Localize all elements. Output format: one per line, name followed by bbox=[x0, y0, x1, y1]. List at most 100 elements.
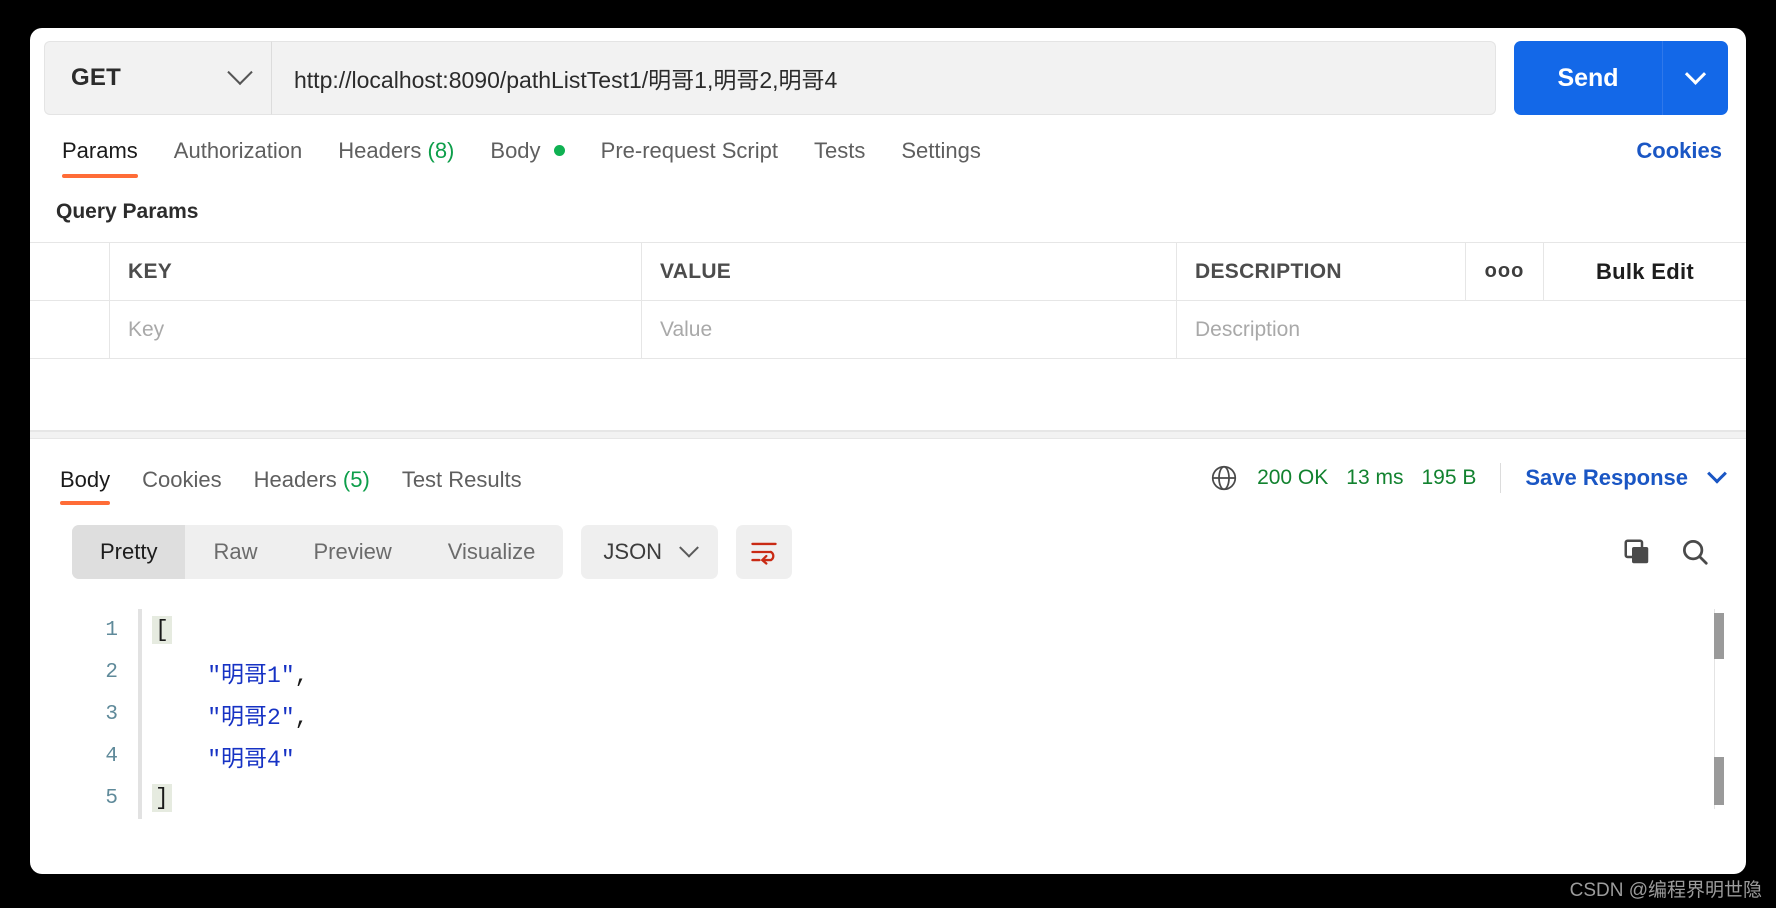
response-tab-test-results[interactable]: Test Results bbox=[386, 467, 538, 505]
view-mode-group: Pretty Raw Preview Visualize bbox=[72, 525, 564, 579]
postman-request-window: GET http://localhost:8090/pathListTest1/… bbox=[30, 28, 1746, 874]
body-modified-dot-icon bbox=[553, 145, 565, 156]
tab-label: Body bbox=[60, 467, 111, 492]
tab-pre-request-script[interactable]: Pre-request Script bbox=[583, 138, 796, 178]
table-row: Key Value Description bbox=[30, 301, 1746, 359]
line-number: 1 bbox=[105, 618, 118, 642]
tab-count: (5) bbox=[342, 467, 370, 492]
json-bracket: [ bbox=[152, 616, 172, 644]
code-line: 4 "明哥4" bbox=[30, 735, 1746, 777]
code-line: 3 "明哥2", bbox=[30, 693, 1746, 735]
tab-settings[interactable]: Settings bbox=[883, 138, 999, 178]
word-wrap-button[interactable] bbox=[736, 525, 793, 579]
globe-icon bbox=[1209, 463, 1239, 493]
row-checkbox-cell[interactable] bbox=[30, 301, 110, 358]
tab-label: Params bbox=[62, 138, 138, 163]
json-string: "明哥4" bbox=[152, 747, 295, 773]
tab-headers[interactable]: Headers (8) bbox=[320, 138, 472, 178]
code-line: 5 ] bbox=[30, 777, 1746, 819]
response-status-area: 200 OK 13 ms 195 B Save Response bbox=[1209, 463, 1727, 505]
code-content: "明哥4" bbox=[142, 739, 295, 773]
cookies-link[interactable]: Cookies bbox=[1636, 138, 1728, 178]
tab-label: Test Results bbox=[401, 467, 522, 492]
tab-label: Tests bbox=[813, 138, 866, 163]
line-number: 3 bbox=[105, 702, 118, 726]
url-bar: GET http://localhost:8090/pathListTest1/… bbox=[30, 28, 1746, 116]
view-mode-raw[interactable]: Raw bbox=[185, 525, 285, 579]
tab-tests[interactable]: Tests bbox=[796, 138, 883, 178]
json-bracket: ] bbox=[152, 784, 172, 812]
json-punctuation: , bbox=[294, 663, 309, 689]
value-placeholder: Value bbox=[660, 317, 713, 341]
response-tab-headers[interactable]: Headers (5) bbox=[238, 467, 386, 505]
view-mode-visualize[interactable]: Visualize bbox=[420, 525, 564, 579]
code-content: "明哥2", bbox=[142, 697, 308, 731]
response-tab-cookies[interactable]: Cookies bbox=[126, 467, 237, 505]
watermark: CSDN @编程界明世隐 bbox=[1569, 880, 1762, 901]
description-placeholder: Description bbox=[1195, 317, 1301, 341]
query-params-title: Query Params bbox=[56, 200, 199, 223]
panel-divider[interactable] bbox=[30, 431, 1746, 439]
more-options-button[interactable]: ooo bbox=[1466, 243, 1544, 300]
scrollbar-thumb-top[interactable] bbox=[1714, 613, 1724, 659]
code-line: 2 "明哥1", bbox=[30, 651, 1746, 693]
chevron-down-icon bbox=[227, 59, 253, 86]
response-time: 13 ms bbox=[1346, 466, 1404, 489]
json-string: "明哥1" bbox=[152, 663, 295, 689]
column-header-description: DESCRIPTION bbox=[1177, 243, 1466, 300]
line-number: 4 bbox=[105, 744, 118, 768]
http-method-select[interactable]: GET bbox=[44, 41, 272, 115]
tab-count: (8) bbox=[427, 138, 455, 163]
tab-authorization[interactable]: Authorization bbox=[156, 138, 320, 178]
column-header-value: VALUE bbox=[642, 243, 1177, 300]
send-button-group: Send bbox=[1514, 41, 1728, 115]
response-tab-body[interactable]: Body bbox=[44, 467, 126, 505]
ellipsis-icon: ooo bbox=[1484, 260, 1525, 282]
view-mode-preview[interactable]: Preview bbox=[285, 525, 419, 579]
url-input[interactable]: http://localhost:8090/pathListTest1/明哥1,… bbox=[272, 41, 1496, 115]
code-content: "明哥1", bbox=[142, 655, 308, 689]
code-content: ] bbox=[142, 784, 172, 812]
key-placeholder: Key bbox=[128, 317, 165, 341]
http-method-label: GET bbox=[71, 64, 121, 91]
copy-icon[interactable] bbox=[1622, 537, 1652, 567]
response-actions bbox=[1622, 537, 1724, 567]
param-value-input[interactable]: Value bbox=[642, 301, 1177, 358]
code-content: [ bbox=[142, 616, 172, 644]
table-empty-space bbox=[30, 359, 1746, 431]
tab-label: Headers bbox=[253, 467, 343, 492]
status-code: 200 OK bbox=[1257, 466, 1329, 489]
bulk-edit-button[interactable]: Bulk Edit bbox=[1544, 243, 1746, 300]
scrollbar-thumb-bottom[interactable] bbox=[1714, 757, 1724, 805]
response-format-toolbar: Pretty Raw Preview Visualize JSON bbox=[30, 505, 1746, 593]
bulk-edit-label: Bulk Edit bbox=[1595, 258, 1695, 284]
table-header-row: KEY VALUE DESCRIPTION ooo Bulk Edit bbox=[30, 243, 1746, 301]
tab-params[interactable]: Params bbox=[44, 138, 156, 178]
param-description-input[interactable]: Description bbox=[1177, 301, 1746, 358]
send-options-button[interactable] bbox=[1662, 41, 1728, 115]
chevron-down-icon bbox=[679, 537, 699, 558]
param-key-input[interactable]: Key bbox=[110, 301, 642, 358]
tab-label: Authorization bbox=[173, 138, 303, 163]
chevron-down-icon bbox=[1684, 63, 1707, 85]
divider bbox=[1500, 463, 1502, 493]
json-punctuation: , bbox=[294, 705, 309, 731]
line-number: 5 bbox=[105, 786, 118, 810]
search-icon[interactable] bbox=[1680, 537, 1710, 567]
send-button[interactable]: Send bbox=[1514, 41, 1662, 115]
select-all-cell[interactable] bbox=[30, 243, 110, 300]
column-header-key: KEY bbox=[110, 243, 642, 300]
tab-body[interactable]: Body bbox=[472, 138, 582, 178]
json-string: "明哥2" bbox=[152, 705, 295, 731]
request-tabs: Params Authorization Headers (8) Body Pr… bbox=[30, 116, 1746, 178]
response-scrollbar[interactable] bbox=[1714, 609, 1724, 809]
response-size: 195 B bbox=[1421, 466, 1477, 489]
response-body-viewer[interactable]: 1 [ 2 "明哥1", 3 "明哥2", 4 "明哥4" 5 ] bbox=[30, 593, 1746, 819]
save-response-button[interactable]: Save Response bbox=[1525, 465, 1688, 491]
response-format-select[interactable]: JSON bbox=[581, 525, 719, 579]
chevron-down-icon[interactable] bbox=[1707, 463, 1727, 484]
query-params-table: KEY VALUE DESCRIPTION ooo Bulk Edit Key … bbox=[30, 242, 1746, 431]
line-number: 2 bbox=[105, 660, 118, 684]
view-mode-pretty[interactable]: Pretty bbox=[72, 525, 186, 579]
tab-label: Body bbox=[490, 138, 541, 163]
